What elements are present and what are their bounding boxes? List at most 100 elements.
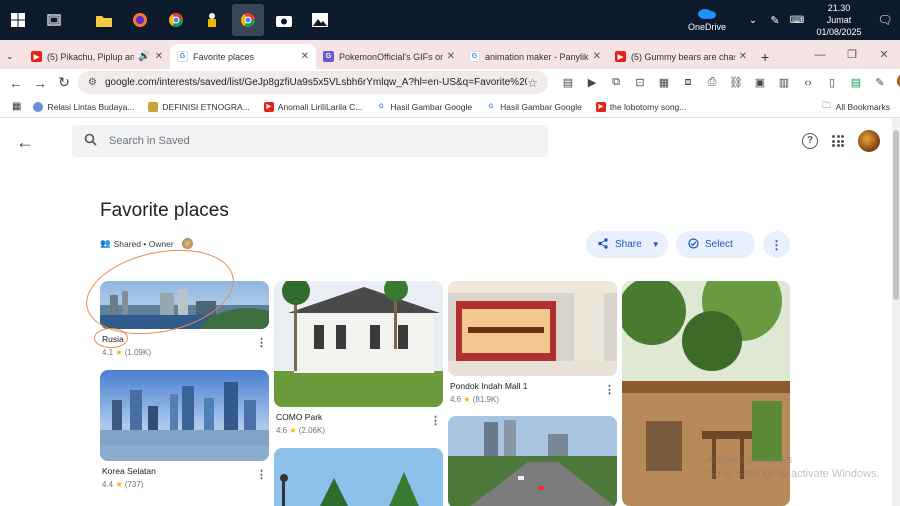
bookmark-item[interactable]: Relasi Lintas Budaya... xyxy=(33,101,134,112)
apps-grid-icon[interactable]: ▦ xyxy=(12,101,21,112)
firefox-icon[interactable] xyxy=(124,4,156,36)
share-label: Share xyxy=(615,239,642,250)
reload-icon[interactable]: ↻ xyxy=(52,74,76,91)
search-saved-input[interactable]: Search in Saved xyxy=(72,125,548,157)
bookmark-item[interactable]: ▶ Anomali LiriliLarila C... xyxy=(263,101,362,112)
chevron-up-icon[interactable]: ⌄ xyxy=(744,4,762,36)
place-card-como-park[interactable]: COMO Park ⋮ 4.6 ★ (2.06K) xyxy=(274,281,443,435)
chrome-icon[interactable] xyxy=(160,4,192,36)
camera-icon[interactable] xyxy=(268,4,300,36)
calendar-icon[interactable]: ▥ xyxy=(772,76,796,89)
print-icon[interactable]: ⎙ xyxy=(700,76,724,89)
tab-animation-maker[interactable]: G animation maker - Panyliksi ✕ xyxy=(462,44,608,69)
more-vert-icon: ⋮ xyxy=(770,237,783,252)
restore-icon[interactable]: ❐ xyxy=(836,48,868,61)
table-icon[interactable]: ▦ xyxy=(652,76,676,89)
roblox-icon[interactable] xyxy=(196,4,228,36)
forward-icon[interactable]: → xyxy=(28,75,52,91)
place-rating: 4.6 ★ (81.9K) xyxy=(450,395,617,404)
help-icon[interactable]: ? xyxy=(802,133,818,149)
close-tab-icon[interactable]: ✕ xyxy=(739,51,747,62)
pen-icon[interactable]: ✎ xyxy=(766,4,784,36)
all-bookmarks-button[interactable]: 🗀 All Bookmarks xyxy=(822,100,890,114)
copy-icon[interactable]: ⧈ xyxy=(676,76,700,89)
more-options-button[interactable]: ⋮ xyxy=(763,231,790,258)
rating-value: 4.6 xyxy=(276,426,288,435)
pencil-icon[interactable]: ✎ xyxy=(868,76,892,89)
tab-search-button[interactable]: ⌄ xyxy=(0,44,24,69)
bookmark-star-icon[interactable]: ☆ xyxy=(527,76,538,90)
rating-value: 4.4 xyxy=(102,480,114,489)
tab-favorite-places[interactable]: G Favorite places ✕ xyxy=(170,44,316,69)
dashboard-icon[interactable]: ▤ xyxy=(556,76,580,89)
tab-title: Favorite places xyxy=(193,51,255,62)
close-window-icon[interactable]: ✕ xyxy=(868,48,900,61)
check-circle-icon xyxy=(688,237,699,252)
back-icon[interactable]: ← xyxy=(4,75,28,91)
tab-strip: ⌄ ▶ (5) Pikachu, Piplup and th 🔊 ✕ G Fav… xyxy=(0,40,900,69)
bookmark-item[interactable]: ▶ the lobotomy song... xyxy=(595,101,686,112)
avatar[interactable] xyxy=(858,130,880,152)
profile-icon[interactable] xyxy=(892,74,900,91)
owner-avatar xyxy=(181,238,193,249)
people-icon: 👥 xyxy=(100,238,111,248)
clock-day: Jumat xyxy=(826,14,852,25)
tab-pikachu[interactable]: ▶ (5) Pikachu, Piplup and th 🔊 ✕ xyxy=(24,44,170,69)
cast-icon[interactable]: ⧉ xyxy=(604,76,628,89)
review-count: (737) xyxy=(124,480,144,489)
scrollbar-thumb[interactable] xyxy=(893,130,899,300)
close-tab-icon[interactable]: ✕ xyxy=(447,51,455,62)
page-scrollbar[interactable] xyxy=(892,118,900,506)
rating-value: 4.1 xyxy=(102,348,114,357)
all-bookmarks-label: All Bookmarks xyxy=(835,102,890,112)
tab-title: PokemonOfficial's GIFs on Te xyxy=(339,51,443,62)
code-icon[interactable]: ‹› xyxy=(796,77,820,89)
system-clock[interactable]: 21.30 Jumat 01/08/2025 xyxy=(808,2,870,38)
more-vert-icon[interactable]: ⋮ xyxy=(604,383,615,396)
bookmark-label: Hasil Gambar Google xyxy=(390,101,473,112)
layout-icon[interactable]: ▣ xyxy=(748,76,772,89)
keyboard-icon[interactable]: ⌨ xyxy=(788,4,806,36)
photos-icon[interactable] xyxy=(304,4,336,36)
list-meta: 👥 Shared • Owner xyxy=(100,238,193,249)
tab-gummy-bears[interactable]: ▶ (5) Gummy bears are chasin ✕ xyxy=(608,44,754,69)
more-vert-icon[interactable]: ⋮ xyxy=(256,336,267,349)
close-tab-icon[interactable]: ✕ xyxy=(301,51,309,62)
windows-start-icon[interactable] xyxy=(2,4,34,36)
place-card-partial[interactable] xyxy=(274,448,443,506)
bookmark-item[interactable]: G Hasil Gambar Google xyxy=(376,101,473,112)
onedrive-tray[interactable]: OneDrive xyxy=(672,7,742,33)
clock-time: 21.30 xyxy=(827,2,851,13)
link-icon[interactable]: ⛓ xyxy=(724,76,748,89)
more-vert-icon[interactable]: ⋮ xyxy=(430,414,441,427)
speaker-icon[interactable]: 🔊 xyxy=(138,51,150,62)
address-bar[interactable]: ⚙ google.com/interests/saved/list/GeJp8g… xyxy=(78,71,548,94)
site-info-icon[interactable]: ⚙ xyxy=(88,77,97,88)
rating-value: 4.6 xyxy=(450,395,462,404)
sheets-icon[interactable]: ▤ xyxy=(844,76,868,89)
account-area: ? xyxy=(802,130,880,152)
google-apps-icon[interactable] xyxy=(832,135,844,147)
bus-icon[interactable]: ⊡ xyxy=(628,76,652,89)
task-view-icon[interactable] xyxy=(38,4,70,36)
back-arrow-icon[interactable]: ← xyxy=(16,132,34,153)
tab-pokemon-gifs[interactable]: G PokemonOfficial's GIFs on Te ✕ xyxy=(316,44,462,69)
new-tab-button[interactable]: + xyxy=(754,44,784,69)
chrome-profile-icon[interactable] xyxy=(232,4,264,36)
star-icon: ★ xyxy=(463,395,471,404)
minimize-icon[interactable]: — xyxy=(804,49,836,61)
file-explorer-icon[interactable] xyxy=(88,4,120,36)
place-card-city-traffic[interactable] xyxy=(448,416,617,506)
panel-icon[interactable]: ▯ xyxy=(820,76,844,89)
bookmark-item[interactable]: G Hasil Gambar Google xyxy=(486,101,582,112)
close-tab-icon[interactable]: ✕ xyxy=(593,51,601,62)
notification-icon[interactable]: 🗨 xyxy=(872,4,898,36)
close-tab-icon[interactable]: ✕ xyxy=(155,51,163,62)
bookmark-item[interactable]: DEFINISI ETNOGRA... xyxy=(148,101,250,112)
youtube-ext-icon[interactable]: ▶ xyxy=(580,76,604,89)
more-vert-icon[interactable]: ⋮ xyxy=(256,468,267,481)
share-button[interactable]: Share ▼ xyxy=(586,231,668,258)
place-card-korea-selatan[interactable]: Korea Selatan ⋮ 4.4 ★ (737) xyxy=(100,370,269,489)
place-card-pondok-indah-mall[interactable]: Pondok Indah Mall 1 ⋮ 4.6 ★ (81.9K) xyxy=(448,281,617,404)
select-button[interactable]: Select xyxy=(676,231,755,258)
